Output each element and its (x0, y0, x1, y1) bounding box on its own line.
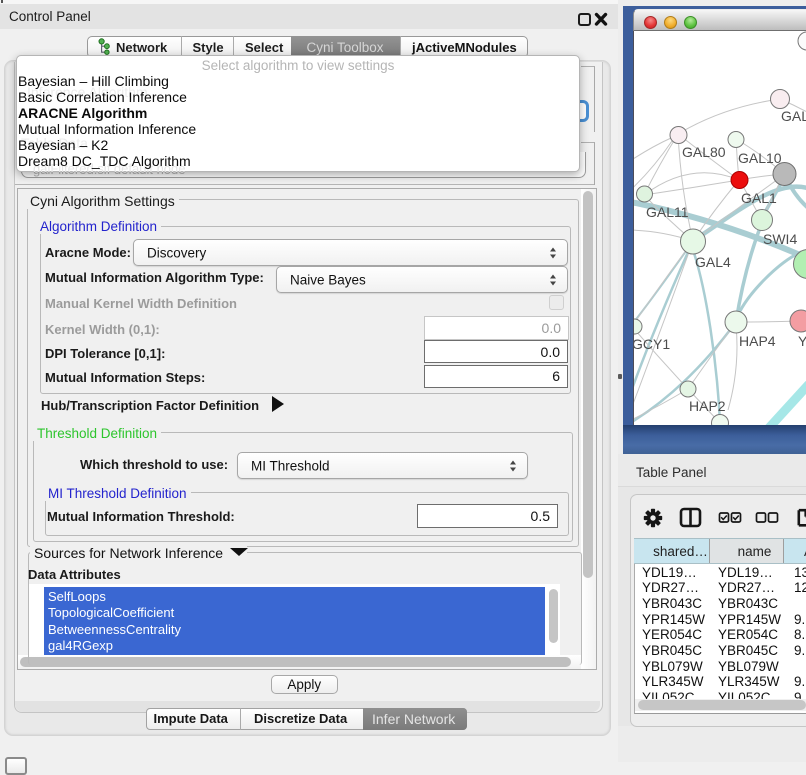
svg-text:GAL1: GAL1 (741, 190, 777, 206)
svg-text:GAL11: GAL11 (646, 204, 689, 220)
svg-text:HAP2: HAP2 (689, 398, 726, 414)
svg-text:GAL80: GAL80 (682, 144, 726, 160)
svg-text:GAL10: GAL10 (738, 150, 782, 166)
svg-text:YD: YD (798, 333, 806, 349)
svg-text:GAL4: GAL4 (695, 254, 731, 270)
svg-text:SWI4: SWI4 (763, 231, 797, 247)
svg-text:GCY1: GCY1 (634, 336, 670, 352)
svg-text:HAP4: HAP4 (739, 333, 776, 349)
svg-text:GAL2: GAL2 (781, 108, 806, 124)
